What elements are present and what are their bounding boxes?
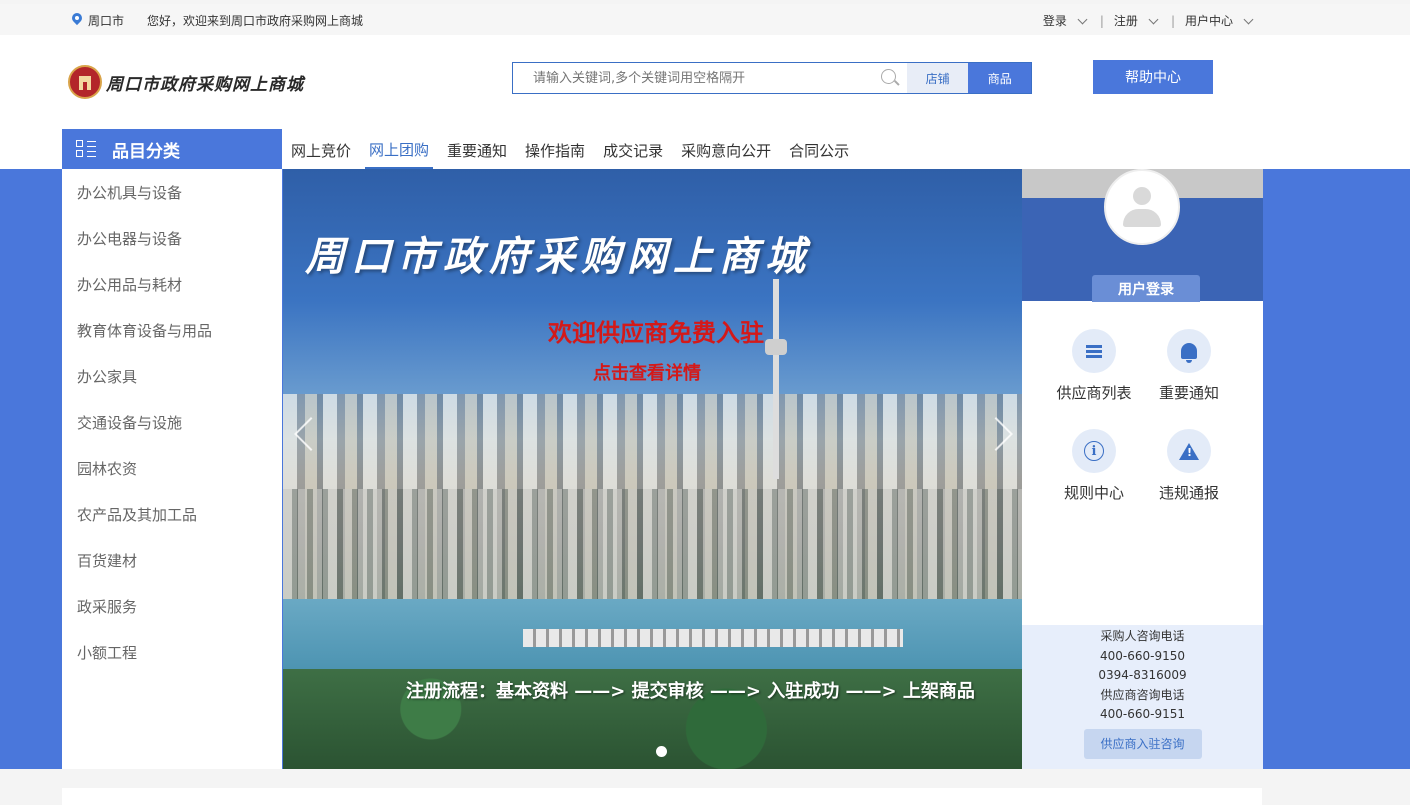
main-nav: 品目分类 网上竞价 网上团购 重要通知 操作指南 成交记录 采购意向公开 合同公… bbox=[0, 129, 1410, 169]
list-icon bbox=[1072, 329, 1116, 373]
welcome-text: 您好，欢迎来到周口市政府采购网上商城 bbox=[147, 14, 364, 28]
nav-tab-group-buy[interactable]: 网上团购 bbox=[365, 129, 434, 169]
warning-icon bbox=[1167, 429, 1211, 473]
quick-link-label: 重要通知 bbox=[1158, 384, 1219, 402]
location-selector[interactable]: 周口市 bbox=[72, 12, 124, 29]
logo-text: 周口市政府采购网上商城 bbox=[106, 74, 304, 95]
category-item[interactable]: 办公用品与耗材 bbox=[62, 261, 282, 307]
nav-tabs: 网上竞价 网上团购 重要通知 操作指南 成交记录 采购意向公开 合同公示 bbox=[287, 129, 863, 169]
nav-tab-guide[interactable]: 操作指南 bbox=[521, 129, 589, 169]
category-header[interactable]: 品目分类 bbox=[62, 129, 282, 169]
buyer-phone-1: 400-660-9150 bbox=[1099, 648, 1185, 663]
search-shop-button[interactable]: 店铺 bbox=[906, 63, 969, 93]
banner-prev-arrow-icon[interactable] bbox=[289, 414, 315, 454]
supplier-consult-button[interactable]: 供应商入驻咨询 bbox=[1083, 728, 1202, 759]
info-icon: i bbox=[1072, 429, 1116, 473]
quick-link-violations[interactable]: 违规通报 bbox=[1139, 429, 1239, 503]
quick-link-rules[interactable]: i 规则中心 bbox=[1044, 429, 1144, 503]
banner-register-flow: 注册流程：基本资料 ——> 提交审核 ——> 入驻成功 ——> 上架商品 bbox=[406, 681, 975, 702]
hero-banner[interactable]: 周口市政府采购网上商城 欢迎供应商免费入驻 点击查看详情 注册流程：基本资料 —… bbox=[283, 169, 1022, 769]
category-grid-icon bbox=[76, 140, 96, 158]
category-item[interactable]: 小额工程 bbox=[62, 629, 282, 675]
banner-pagination-dot[interactable] bbox=[656, 746, 667, 757]
supplier-phone: 400-660-9151 bbox=[1099, 707, 1185, 721]
banner-supplier-invite: 欢迎供应商免费入驻 bbox=[548, 319, 764, 347]
chevron-down-icon[interactable] bbox=[1077, 14, 1088, 24]
nav-tab-intentions[interactable]: 采购意向公开 bbox=[677, 129, 775, 169]
quick-link-label: 供应商列表 bbox=[1056, 384, 1132, 402]
content-section-start bbox=[62, 788, 1262, 805]
nav-tab-deals[interactable]: 成交记录 bbox=[599, 129, 667, 169]
nav-tab-notices[interactable]: 重要通知 bbox=[443, 129, 511, 169]
banner-details-link[interactable]: 点击查看详情 bbox=[593, 359, 701, 385]
banner-tv-tower bbox=[765, 279, 787, 479]
nav-tab-bidding[interactable]: 网上竞价 bbox=[287, 129, 355, 169]
separator: | bbox=[1099, 13, 1104, 28]
quick-link-notices[interactable]: 重要通知 bbox=[1139, 329, 1239, 403]
chevron-down-icon[interactable] bbox=[1148, 14, 1159, 24]
category-item[interactable]: 百货建材 bbox=[62, 537, 282, 583]
category-item[interactable]: 政采服务 bbox=[62, 583, 282, 629]
login-link[interactable]: 登录 bbox=[1043, 12, 1067, 29]
bell-icon bbox=[1167, 329, 1211, 373]
banner-bridge bbox=[523, 629, 903, 647]
search-input[interactable] bbox=[513, 63, 873, 93]
register-link[interactable]: 注册 bbox=[1114, 12, 1138, 29]
account-links: 登录 | 注册 | 用户中心 bbox=[1043, 12, 1256, 29]
avatar-icon bbox=[1104, 169, 1180, 245]
chevron-down-icon[interactable] bbox=[1243, 14, 1254, 24]
category-item[interactable]: 农产品及其加工品 bbox=[62, 491, 282, 537]
quick-link-suppliers[interactable]: 供应商列表 bbox=[1044, 329, 1144, 403]
category-item[interactable]: 交通设备与设施 bbox=[62, 399, 282, 445]
nav-tab-contracts[interactable]: 合同公示 bbox=[785, 129, 853, 169]
user-center-link[interactable]: 用户中心 bbox=[1185, 12, 1233, 29]
user-login-button[interactable]: 用户登录 bbox=[1092, 275, 1200, 302]
contact-info: 采购人咨询电话 400-660-9150 0394-8316009 供应商咨询电… bbox=[1022, 625, 1263, 769]
top-bar: 周口市 您好，欢迎来到周口市政府采购网上商城 登录 | 注册 | 用户中心 bbox=[0, 4, 1410, 35]
category-title: 品目分类 bbox=[112, 141, 180, 162]
help-center-button[interactable]: 帮助中心 bbox=[1093, 60, 1213, 94]
supplier-phone-label: 供应商咨询电话 bbox=[1100, 687, 1185, 702]
category-item[interactable]: 园林农资 bbox=[62, 445, 282, 491]
user-panel: 用户登录 供应商列表 重要通知 i 规则中心 违规通报 采购人咨询电话 400-… bbox=[1022, 169, 1263, 769]
search-goods-button[interactable]: 商品 bbox=[968, 63, 1031, 93]
quick-link-label: 规则中心 bbox=[1063, 484, 1124, 502]
search-icon[interactable] bbox=[873, 63, 907, 93]
separator: | bbox=[1170, 13, 1175, 28]
banner-title: 周口市政府采购网上商城 bbox=[305, 233, 811, 280]
emblem-icon bbox=[68, 65, 102, 99]
site-logo[interactable]: 周口市政府采购网上商城 bbox=[68, 65, 304, 99]
category-item[interactable]: 教育体育设备与用品 bbox=[62, 307, 282, 353]
buyer-phone-2: 0394-8316009 bbox=[1098, 668, 1187, 682]
city-label: 周口市 bbox=[88, 14, 125, 28]
buyer-phone-label: 采购人咨询电话 bbox=[1100, 629, 1185, 643]
category-item[interactable]: 办公电器与设备 bbox=[62, 215, 282, 261]
site-header: 周口市政府采购网上商城 店铺 商品 帮助中心 bbox=[0, 35, 1410, 129]
location-pin-icon bbox=[72, 13, 82, 28]
banner-next-arrow-icon[interactable] bbox=[990, 414, 1016, 454]
category-item[interactable]: 办公机具与设备 bbox=[62, 169, 282, 215]
search-bar: 店铺 商品 bbox=[512, 62, 1032, 94]
category-list: 办公机具与设备 办公电器与设备 办公用品与耗材 教育体育设备与用品 办公家具 交… bbox=[62, 169, 282, 769]
quick-link-label: 违规通报 bbox=[1158, 484, 1219, 502]
category-item[interactable]: 办公家具 bbox=[62, 353, 282, 399]
